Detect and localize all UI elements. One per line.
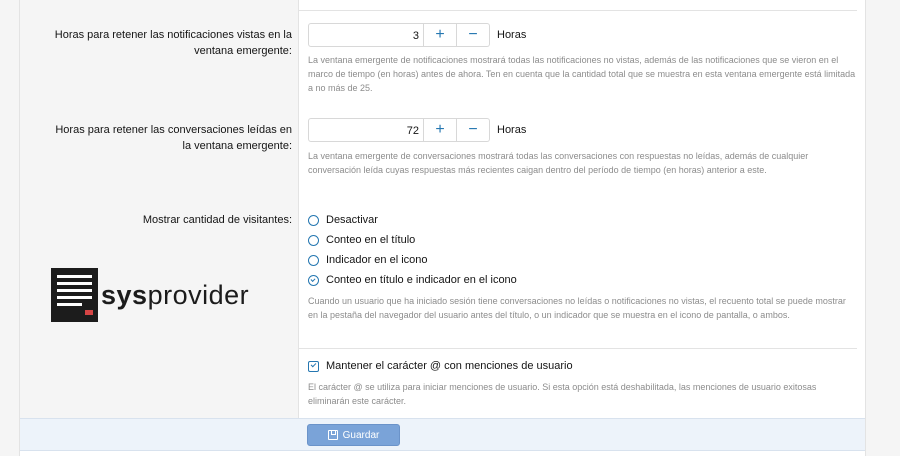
radio-icon — [308, 234, 319, 246]
radio-icon — [308, 254, 319, 266]
notifications-hours-input[interactable]: 3 — [308, 23, 424, 47]
save-icon — [327, 430, 338, 440]
radio-checked-icon — [308, 274, 319, 286]
save-button[interactable]: Guardar — [307, 424, 400, 446]
conversations-increment-button[interactable]: + — [424, 118, 457, 142]
radio-option-title-and-icon[interactable]: Conteo en título e indicador en el icono — [308, 272, 517, 288]
radio-icon — [308, 214, 319, 226]
save-button-label: Guardar — [342, 429, 380, 441]
keep-at-character-label: Mantener el carácter @ con menciones de … — [326, 360, 573, 372]
conversations-hours-label: Horas para retener las conversaciones le… — [20, 122, 292, 154]
logo-text-bold: sys — [101, 280, 148, 310]
keep-at-character-checkbox[interactable]: Mantener el carácter @ con menciones de … — [308, 358, 573, 374]
server-logo-icon — [51, 268, 98, 322]
sysprovider-logo: sysprovider — [51, 267, 249, 323]
radio-option-disable[interactable]: Desactivar — [308, 212, 378, 228]
notifications-decrement-button[interactable]: − — [457, 23, 490, 47]
conversations-hours-stepper: 72 + − Horas — [308, 117, 526, 143]
section-divider — [299, 348, 857, 349]
notifications-label-line1: Horas para retener las notificaciones vi… — [54, 29, 292, 41]
notifications-increment-button[interactable]: + — [424, 23, 457, 47]
logo-text: sysprovider — [101, 280, 249, 310]
checkbox-checked-icon — [308, 360, 319, 372]
logo-text-regular: provider — [147, 280, 250, 310]
conversations-label-line1: Horas para retener las conversaciones le… — [55, 124, 292, 136]
conversations-help-text: La ventana emergente de conversaciones m… — [308, 151, 809, 175]
notifications-hours-stepper: 3 + − Horas — [308, 22, 526, 48]
notifications-label-line2: ventana emergente: — [194, 45, 292, 57]
radio-option-icon-indicator[interactable]: Indicador en el icono — [308, 252, 428, 268]
top-divider — [299, 10, 857, 11]
radio-option-label: Conteo en el título — [326, 234, 416, 246]
radio-option-title-count[interactable]: Conteo en el título — [308, 232, 415, 248]
visitor-count-label: Mostrar cantidad de visitantes: — [142, 214, 292, 226]
notifications-hours-label: Horas para retener las notificaciones vi… — [20, 27, 292, 59]
form-footer: Guardar — [20, 418, 865, 451]
radio-option-label: Conteo en título e indicador en el icono — [326, 274, 517, 286]
conversations-decrement-button[interactable]: − — [457, 118, 490, 142]
radio-option-label: Indicador en el icono — [326, 254, 428, 266]
conversations-hours-input[interactable]: 72 — [308, 118, 424, 142]
notifications-help-text: La ventana emergente de notificaciones m… — [308, 55, 856, 93]
conversations-label-line2: la ventana emergente: — [182, 140, 292, 152]
label-column — [20, 0, 299, 418]
settings-panel: Horas para retener las notificaciones vi… — [19, 0, 866, 456]
mentions-help-text: El carácter @ se utiliza para iniciar me… — [308, 382, 817, 406]
notifications-unit: Horas — [497, 29, 527, 41]
visitor-count-help-text: Cuando un usuario que ha iniciado sesión… — [308, 296, 846, 320]
conversations-unit: Horas — [497, 124, 527, 136]
radio-option-label: Desactivar — [326, 214, 378, 226]
